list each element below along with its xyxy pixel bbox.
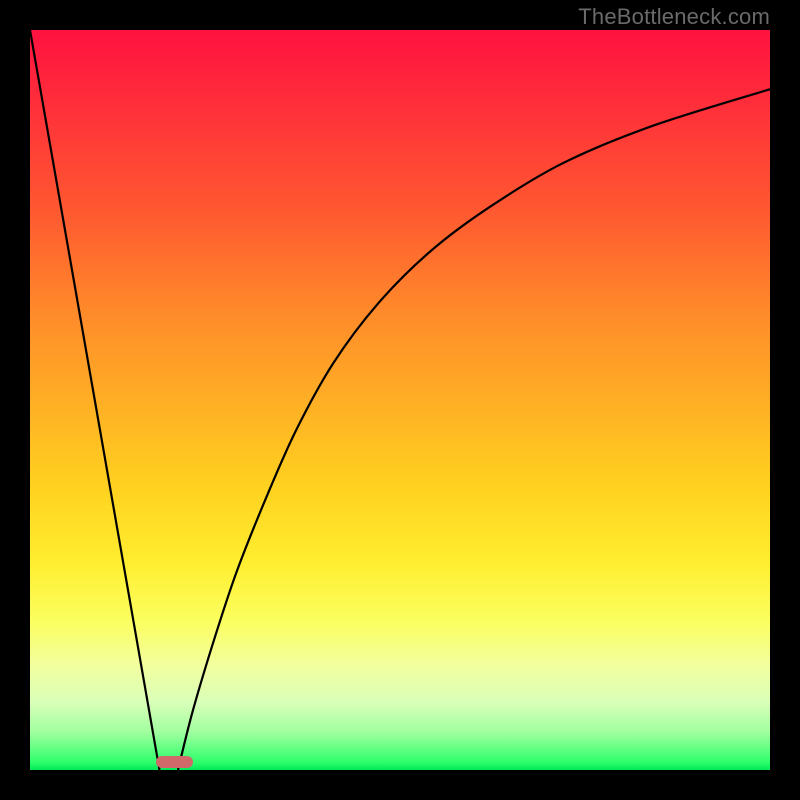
right-curve (178, 89, 770, 770)
attribution-label: TheBottleneck.com (578, 4, 770, 30)
chart-frame: TheBottleneck.com (0, 0, 800, 800)
left-line (30, 30, 160, 770)
chart-curve (30, 30, 770, 770)
plot-area (30, 30, 770, 770)
minimum-marker (156, 756, 193, 768)
